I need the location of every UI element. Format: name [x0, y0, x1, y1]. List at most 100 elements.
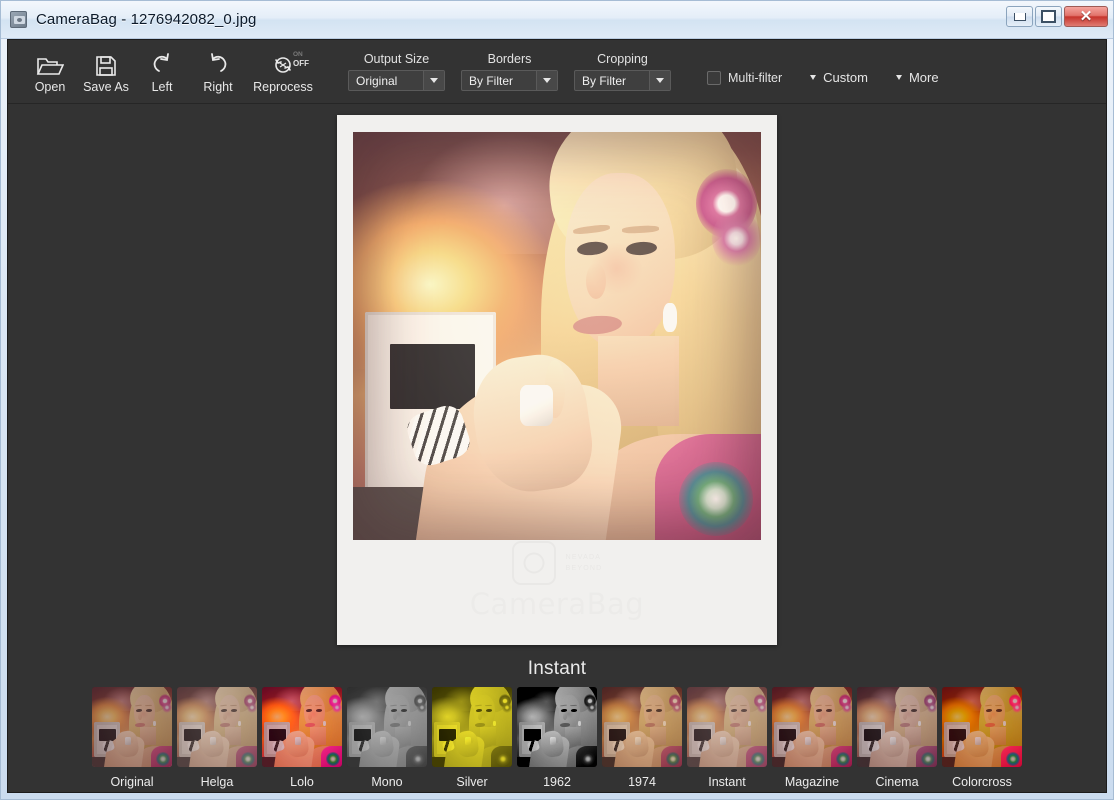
filter-thumb-image [432, 687, 512, 767]
multi-filter-checkbox[interactable]: Multi-filter [707, 59, 782, 85]
maximize-button[interactable] [1035, 6, 1062, 27]
output-size-select[interactable]: Original [348, 70, 445, 91]
filter-thumb-label: Lolo [290, 775, 314, 789]
rotate-right-icon [207, 51, 229, 77]
borders-select[interactable]: By Filter [461, 70, 558, 91]
checkbox-box [707, 70, 721, 85]
save-as-label: Save As [83, 80, 129, 94]
watermark-tag-line-1: NEVADA [565, 554, 602, 561]
output-size-value: Original [356, 73, 398, 88]
filter-strip[interactable]: Original Helga Lolo Mono Silver 1962 197… [8, 680, 1106, 792]
output-size-label: Output Size [363, 52, 430, 66]
custom-menu-label: Custom [823, 70, 868, 85]
filter-thumb-mono[interactable]: Mono [347, 687, 427, 789]
filter-thumb-image [602, 687, 682, 767]
chevron-down-icon [536, 71, 557, 90]
filter-thumb-label: Colorcross [952, 775, 1012, 789]
reprocess-state: ON OFF [293, 51, 309, 68]
filter-thumb-1962[interactable]: 1962 [517, 687, 597, 789]
photo-artwork [353, 132, 761, 540]
custom-menu[interactable]: Custom [810, 58, 868, 85]
rotate-right-button[interactable]: Right [190, 49, 246, 94]
watermark: NEVADA BEYOND CameraBag [337, 541, 777, 621]
filter-thumb-image [517, 687, 597, 767]
filter-thumb-label: 1974 [628, 775, 656, 789]
minimize-button[interactable] [1006, 6, 1033, 27]
cropping-value: By Filter [582, 73, 627, 88]
chevron-down-icon [423, 71, 444, 90]
thumb-artwork [857, 687, 937, 767]
filter-thumb-image [262, 687, 342, 767]
filter-thumb-image [942, 687, 1022, 767]
more-menu[interactable]: More [895, 58, 939, 85]
filter-thumb-label: Helga [200, 775, 234, 789]
folder-open-icon [36, 51, 64, 77]
window-controls: ✕ [1006, 6, 1108, 27]
toolbar: Open Save As Left Right ON OFF Reprocess… [8, 40, 1106, 104]
filter-thumb-original[interactable]: Original [92, 687, 172, 789]
thumb-artwork [347, 687, 427, 767]
application-window: CameraBag - 1276942082_0.jpg ✕ Open Save… [0, 0, 1114, 800]
cropping-group: Cropping By Filter [574, 52, 671, 91]
reprocess-on-label: ON [293, 51, 303, 58]
thumb-artwork [942, 687, 1022, 767]
filter-thumb-image [347, 687, 427, 767]
filter-thumb-image [772, 687, 852, 767]
reprocess-label: Reprocess [253, 80, 313, 94]
chevron-down-icon [895, 75, 902, 80]
filter-thumb-label: Mono [371, 775, 403, 789]
filter-thumb-label: Magazine [784, 775, 840, 789]
camera-icon [511, 541, 556, 585]
cropping-label: Cropping [597, 52, 648, 66]
filter-thumb-cinema[interactable]: Cinema [857, 687, 937, 789]
close-icon: ✕ [1079, 8, 1093, 25]
filter-thumb-label: Original [110, 775, 154, 789]
filter-thumb-lolo[interactable]: Lolo [262, 687, 342, 789]
reprocess-off-label: OFF [293, 58, 309, 68]
watermark-tagline: NEVADA BEYOND [566, 554, 603, 572]
multi-filter-label: Multi-filter [728, 70, 783, 85]
rotate-left-button[interactable]: Left [134, 49, 190, 94]
open-label: Open [34, 80, 66, 94]
filter-thumb-image [92, 687, 172, 767]
cropping-select[interactable]: By Filter [574, 70, 671, 91]
thumb-artwork [772, 687, 852, 767]
save-as-button[interactable]: Save As [78, 49, 134, 94]
filter-thumb-colorcross[interactable]: Colorcross [942, 687, 1022, 789]
filter-thumb-silver[interactable]: Silver [432, 687, 512, 789]
window-title: CameraBag - 1276942082_0.jpg [36, 11, 257, 28]
filter-thumb-1974[interactable]: 1974 [602, 687, 682, 789]
filter-thumb-instant[interactable]: Instant [687, 687, 767, 789]
thumb-artwork [262, 687, 342, 767]
thumb-artwork [687, 687, 767, 767]
borders-group: Borders By Filter [461, 52, 558, 91]
thumb-artwork [432, 687, 512, 767]
borders-value: By Filter [469, 73, 514, 88]
filter-thumb-magazine[interactable]: Magazine [772, 687, 852, 789]
preview-canvas: NEVADA BEYOND CameraBag Instant [8, 104, 1106, 680]
thumb-artwork [602, 687, 682, 767]
rotate-left-label: Left [151, 80, 173, 94]
title-bar: CameraBag - 1276942082_0.jpg ✕ [1, 1, 1113, 39]
rotate-right-label: Right [203, 80, 233, 94]
watermark-tag-line-2: BEYOND [565, 565, 603, 572]
filter-thumb-label: Silver [456, 775, 488, 789]
filter-thumb-helga[interactable]: Helga [177, 687, 257, 789]
close-button[interactable]: ✕ [1064, 6, 1108, 27]
active-filter-name: Instant [527, 658, 587, 679]
camerabag-app-icon [10, 11, 27, 28]
thumb-artwork [92, 687, 172, 767]
refresh-icon: ON OFF [270, 51, 309, 77]
filter-thumb-label: Instant [708, 775, 746, 789]
reprocess-button[interactable]: ON OFF Reprocess [246, 49, 320, 94]
preview-image[interactable] [353, 132, 761, 540]
watermark-brand: CameraBag [469, 587, 645, 621]
borders-label: Borders [487, 52, 532, 66]
filter-thumb-image [177, 687, 257, 767]
output-size-group: Output Size Original [348, 52, 445, 91]
filter-thumb-label: Cinema [875, 775, 919, 789]
filter-thumb-image [857, 687, 937, 767]
floppy-disk-icon [95, 51, 117, 77]
rotate-left-icon [151, 51, 173, 77]
open-button[interactable]: Open [22, 49, 78, 94]
